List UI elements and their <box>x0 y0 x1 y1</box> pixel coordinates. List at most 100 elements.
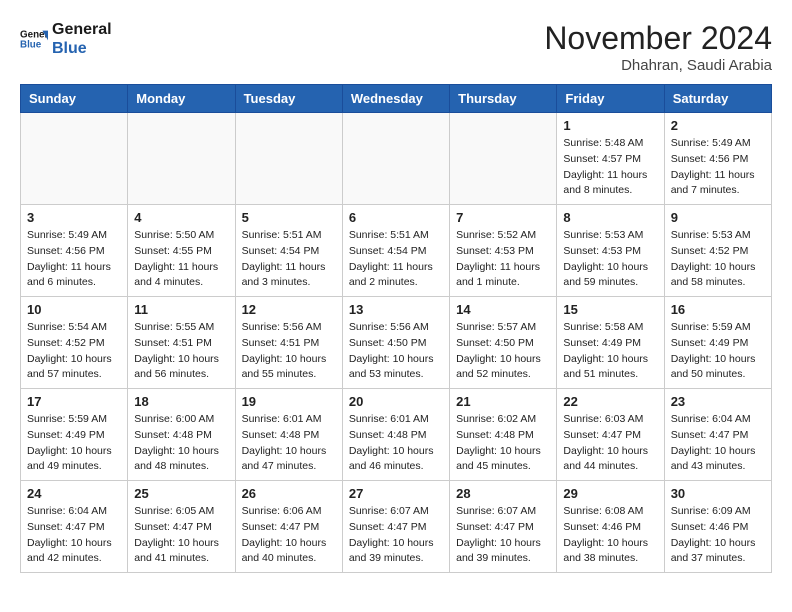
day-cell: 17Sunrise: 5:59 AMSunset: 4:49 PMDayligh… <box>21 389 128 481</box>
day-number: 13 <box>349 302 443 317</box>
day-cell: 13Sunrise: 5:56 AMSunset: 4:50 PMDayligh… <box>342 297 449 389</box>
week-row-1: 1Sunrise: 5:48 AMSunset: 4:57 PMDaylight… <box>21 113 772 205</box>
col-header-monday: Monday <box>128 85 235 113</box>
day-info: Sunrise: 5:54 AMSunset: 4:52 PMDaylight:… <box>27 320 121 383</box>
day-info: Sunrise: 5:51 AMSunset: 4:54 PMDaylight:… <box>242 228 336 291</box>
day-number: 25 <box>134 486 228 501</box>
day-cell: 20Sunrise: 6:01 AMSunset: 4:48 PMDayligh… <box>342 389 449 481</box>
col-header-saturday: Saturday <box>664 85 771 113</box>
col-header-thursday: Thursday <box>450 85 557 113</box>
day-number: 7 <box>456 210 550 225</box>
day-cell: 12 Sunrise: 5:56 AMSunset: 4:51 PMDayligh… <box>235 297 342 389</box>
day-info: Sunrise: 5:49 AMSunset: 4:56 PMDaylight:… <box>671 136 765 199</box>
day-info: Sunrise: 6:05 AMSunset: 4:47 PMDaylight:… <box>134 504 228 567</box>
day-info: Sunrise: 6:03 AMSunset: 4:47 PMDaylight:… <box>563 412 657 475</box>
day-number: 8 <box>563 210 657 225</box>
calendar-header-row: SundayMondayTuesdayWednesdayThursdayFrid… <box>21 85 772 113</box>
day-cell: 18 Sunrise: 6:00 AMSunset: 4:48 PMDayligh… <box>128 389 235 481</box>
day-number: 17 <box>27 394 121 409</box>
day-cell <box>235 113 342 205</box>
day-info: Sunrise: 5:58 AMSunset: 4:49 PMDaylight:… <box>563 320 657 383</box>
day-info: Sunrise: 6:07 AMSunset: 4:47 PMDaylight:… <box>456 504 550 567</box>
day-number: 30 <box>671 486 765 501</box>
day-info: Sunrise: 6:04 AMSunset: 4:47 PMDaylight:… <box>27 504 121 567</box>
day-info: Sunrise: 6:06 AMSunset: 4:47 PMDaylight:… <box>242 504 336 567</box>
day-info: Sunrise: 5:59 AMSunset: 4:49 PMDaylight:… <box>671 320 765 383</box>
day-cell: 5Sunrise: 5:51 AMSunset: 4:54 PMDaylight… <box>235 205 342 297</box>
day-cell: 23 Sunrise: 6:04 AMSunset: 4:47 PMDayligh… <box>664 389 771 481</box>
day-cell: 7 Sunrise: 5:52 AMSunset: 4:53 PMDaylight… <box>450 205 557 297</box>
day-number: 21 <box>456 394 550 409</box>
logo: General Blue General Blue <box>20 20 112 58</box>
day-number: 4 <box>134 210 228 225</box>
day-number: 18 <box>134 394 228 409</box>
day-cell: 25 Sunrise: 6:05 AMSunset: 4:47 PMDayligh… <box>128 481 235 573</box>
page-header: General Blue General Blue November 2024 … <box>20 20 772 74</box>
day-cell: 8 Sunrise: 5:53 AMSunset: 4:53 PMDaylight… <box>557 205 664 297</box>
col-header-tuesday: Tuesday <box>235 85 342 113</box>
day-number: 24 <box>27 486 121 501</box>
day-info: Sunrise: 5:53 AMSunset: 4:52 PMDaylight:… <box>671 228 765 291</box>
day-info: Sunrise: 6:09 AMSunset: 4:46 PMDaylight:… <box>671 504 765 567</box>
day-cell: 4 Sunrise: 5:50 AMSunset: 4:55 PMDaylight… <box>128 205 235 297</box>
day-info: Sunrise: 6:01 AMSunset: 4:48 PMDaylight:… <box>242 412 336 475</box>
day-number: 16 <box>671 302 765 317</box>
day-number: 6 <box>349 210 443 225</box>
day-number: 28 <box>456 486 550 501</box>
week-row-4: 17Sunrise: 5:59 AMSunset: 4:49 PMDayligh… <box>21 389 772 481</box>
day-cell <box>450 113 557 205</box>
day-cell: 14 Sunrise: 5:57 AMSunset: 4:50 PMDayligh… <box>450 297 557 389</box>
logo-icon: General Blue <box>20 25 48 53</box>
day-cell: 29 Sunrise: 6:08 AMSunset: 4:46 PMDayligh… <box>557 481 664 573</box>
month-title: November 2024 <box>544 20 772 57</box>
day-info: Sunrise: 6:00 AMSunset: 4:48 PMDaylight:… <box>134 412 228 475</box>
day-info: Sunrise: 5:57 AMSunset: 4:50 PMDaylight:… <box>456 320 550 383</box>
day-number: 26 <box>242 486 336 501</box>
day-info: Sunrise: 5:52 AMSunset: 4:53 PMDaylight:… <box>456 228 550 291</box>
day-cell: 3Sunrise: 5:49 AMSunset: 4:56 PMDaylight… <box>21 205 128 297</box>
day-cell: 24 Sunrise: 6:04 AMSunset: 4:47 PMDayligh… <box>21 481 128 573</box>
day-cell: 9 Sunrise: 5:53 AMSunset: 4:52 PMDaylight… <box>664 205 771 297</box>
day-number: 23 <box>671 394 765 409</box>
day-number: 3 <box>27 210 121 225</box>
day-cell: 16 Sunrise: 5:59 AMSunset: 4:49 PMDayligh… <box>664 297 771 389</box>
day-info: Sunrise: 5:55 AMSunset: 4:51 PMDaylight:… <box>134 320 228 383</box>
day-info: Sunrise: 5:56 AMSunset: 4:51 PMDaylight:… <box>242 320 336 383</box>
day-number: 19 <box>242 394 336 409</box>
day-number: 29 <box>563 486 657 501</box>
day-cell <box>342 113 449 205</box>
day-number: 9 <box>671 210 765 225</box>
day-number: 15 <box>563 302 657 317</box>
day-cell: 11 Sunrise: 5:55 AMSunset: 4:51 PMDayligh… <box>128 297 235 389</box>
day-cell: 30 Sunrise: 6:09 AMSunset: 4:46 PMDayligh… <box>664 481 771 573</box>
day-cell: 19 Sunrise: 6:01 AMSunset: 4:48 PMDayligh… <box>235 389 342 481</box>
col-header-sunday: Sunday <box>21 85 128 113</box>
week-row-2: 3Sunrise: 5:49 AMSunset: 4:56 PMDaylight… <box>21 205 772 297</box>
day-info: Sunrise: 6:08 AMSunset: 4:46 PMDaylight:… <box>563 504 657 567</box>
day-info: Sunrise: 5:50 AMSunset: 4:55 PMDaylight:… <box>134 228 228 291</box>
day-number: 11 <box>134 302 228 317</box>
day-info: Sunrise: 6:01 AMSunset: 4:48 PMDaylight:… <box>349 412 443 475</box>
day-cell: 6 Sunrise: 5:51 AMSunset: 4:54 PMDaylight… <box>342 205 449 297</box>
day-cell: 1Sunrise: 5:48 AMSunset: 4:57 PMDaylight… <box>557 113 664 205</box>
day-info: Sunrise: 6:02 AMSunset: 4:48 PMDaylight:… <box>456 412 550 475</box>
day-info: Sunrise: 6:04 AMSunset: 4:47 PMDaylight:… <box>671 412 765 475</box>
day-cell: 26 Sunrise: 6:06 AMSunset: 4:47 PMDayligh… <box>235 481 342 573</box>
day-cell: 21 Sunrise: 6:02 AMSunset: 4:48 PMDayligh… <box>450 389 557 481</box>
day-cell: 28 Sunrise: 6:07 AMSunset: 4:47 PMDayligh… <box>450 481 557 573</box>
day-cell <box>21 113 128 205</box>
day-cell: 27Sunrise: 6:07 AMSunset: 4:47 PMDayligh… <box>342 481 449 573</box>
col-header-friday: Friday <box>557 85 664 113</box>
day-info: Sunrise: 5:53 AMSunset: 4:53 PMDaylight:… <box>563 228 657 291</box>
week-row-5: 24 Sunrise: 6:04 AMSunset: 4:47 PMDayligh… <box>21 481 772 573</box>
day-number: 22 <box>563 394 657 409</box>
day-number: 12 <box>242 302 336 317</box>
day-cell <box>128 113 235 205</box>
day-info: Sunrise: 5:51 AMSunset: 4:54 PMDaylight:… <box>349 228 443 291</box>
location: Dhahran, Saudi Arabia <box>544 57 772 74</box>
day-cell: 22 Sunrise: 6:03 AMSunset: 4:47 PMDayligh… <box>557 389 664 481</box>
day-number: 14 <box>456 302 550 317</box>
day-cell: 2Sunrise: 5:49 AMSunset: 4:56 PMDaylight… <box>664 113 771 205</box>
calendar-table: SundayMondayTuesdayWednesdayThursdayFrid… <box>20 84 772 573</box>
day-number: 10 <box>27 302 121 317</box>
